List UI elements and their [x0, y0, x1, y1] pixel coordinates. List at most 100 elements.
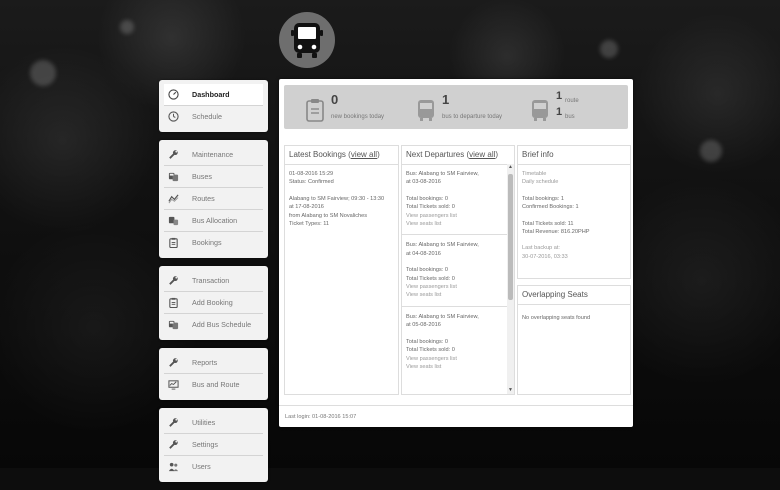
- main-panel: 0 new bookings today 1 bus to departure …: [279, 79, 633, 427]
- booking-line: [289, 187, 394, 195]
- booking-line: at 17-08-2016: [289, 204, 324, 211]
- sidebar-item-maintenance[interactable]: Maintenance: [164, 144, 263, 166]
- sidebar-item-bus-and-route[interactable]: Bus and Route: [164, 374, 263, 395]
- sidebar-item-label: Maintenance: [192, 150, 234, 159]
- bus-icon: [291, 23, 323, 58]
- departure-tickets-sold: Total Tickets sold: 0: [406, 347, 455, 354]
- departure-total-bookings: Total bookings: 0: [406, 195, 448, 202]
- timetable-link[interactable]: Timetable: [522, 170, 626, 178]
- dashboard-icon: [164, 89, 182, 100]
- sidebar-item-label: Bookings: [192, 238, 222, 247]
- sidebar-item-reports[interactable]: Reports: [164, 352, 263, 374]
- latest-bookings-title: Latest Bookings (view all): [285, 146, 398, 165]
- sidebar-item-add-bus-schedule[interactable]: Add Bus Schedule: [164, 314, 263, 335]
- sidebar-item-schedule[interactable]: Schedule: [164, 106, 263, 127]
- sidebar-item-label: Bus Allocation: [192, 216, 238, 225]
- booking-line: Ticket Types: 11: [289, 221, 330, 228]
- scroll-thumb[interactable]: [508, 174, 513, 300]
- new-bookings-label: new bookings today: [331, 114, 385, 120]
- latest-bookings-body: 01-08-2016 15:29 Status: Confirmed Alabang…: [285, 165, 398, 233]
- last-backup-label: Last backup at:: [522, 245, 560, 252]
- daily-schedule-link[interactable]: Daily schedule: [522, 178, 626, 186]
- sidebar-item-label: Add Booking: [192, 298, 233, 307]
- departure-bus: Bus: Alabang to SM Fairview,: [406, 242, 479, 249]
- view-seats-link[interactable]: View seats list: [406, 291, 504, 299]
- bus-count: 1: [556, 106, 563, 118]
- sidebar-item-bus-allocation[interactable]: Bus Allocation: [164, 210, 263, 232]
- sidebar-item-label: Users: [192, 462, 211, 471]
- users-icon: [164, 461, 182, 472]
- view-seats-link[interactable]: View seats list: [406, 220, 504, 228]
- departures-scrollbar[interactable]: ▲ ▼: [507, 164, 514, 394]
- sidebar-item-buses[interactable]: Buses: [164, 166, 263, 188]
- view-passengers-link[interactable]: View passengers list: [406, 212, 504, 220]
- booking-line: 01-08-2016 15:29: [289, 171, 334, 177]
- bokeh-light: [120, 20, 134, 34]
- wrench-icon: [164, 417, 182, 428]
- buses-icon: [164, 319, 182, 330]
- brief-info-card: Brief info Timetable Daily schedule Tota…: [517, 145, 631, 279]
- sidebar-item-label: Bus and Route: [192, 380, 240, 389]
- tickets-sold-text: Total Tickets sold: 11: [522, 220, 574, 227]
- bus-label: bus: [565, 114, 575, 120]
- overlapping-seats-card: Overlapping Seats No overlapping seats f…: [517, 285, 631, 395]
- booking-line: Status: Confirmed: [289, 179, 334, 186]
- next-departures-heading: Next Departures: [406, 150, 465, 159]
- latest-bookings-view-all-link[interactable]: view all: [351, 150, 377, 159]
- sidebar-group: Maintenance Buses Routes Bus Allocation Book…: [159, 140, 268, 258]
- latest-bookings-card: Latest Bookings (view all) 01-08-2016 15…: [284, 145, 399, 395]
- bokeh-light: [600, 40, 618, 58]
- stats-bar: 0 new bookings today 1 bus to departure …: [284, 85, 628, 129]
- sidebar-item-label: Dashboard: [192, 90, 230, 99]
- route-label: route: [565, 98, 579, 104]
- sidebar-item-routes[interactable]: Routes: [164, 188, 263, 210]
- departure-tickets-sold: Total Tickets sold: 0: [406, 275, 455, 282]
- sidebar-item-users[interactable]: Users: [164, 456, 263, 477]
- overlapping-seats-title: Overlapping Seats: [518, 286, 630, 305]
- booking-line: Alabang to SM Fairview; 09:30 - 13:30: [289, 195, 385, 202]
- sidebar-item-utilities[interactable]: Utilities: [164, 412, 263, 434]
- last-backup-date: 30-07-2016, 03:33: [522, 253, 568, 260]
- view-passengers-link[interactable]: View passengers list: [406, 283, 504, 291]
- sidebar-item-label: Schedule: [192, 112, 222, 121]
- bokeh-light: [700, 140, 722, 162]
- bus-icon: [418, 100, 434, 121]
- sidebar-item-label: Settings: [192, 440, 218, 449]
- sidebar-item-label: Reports: [192, 358, 218, 367]
- departure-entry: Bus: Alabang to SM Fairview, at 03-08-201…: [406, 170, 504, 228]
- sidebar-item-settings[interactable]: Settings: [164, 434, 263, 456]
- stat-new-bookings: 0 new bookings today: [306, 92, 384, 122]
- sidebar-item-bookings[interactable]: Bookings: [164, 232, 263, 253]
- sidebar-item-add-booking[interactable]: Add Booking: [164, 292, 263, 314]
- booking-line: from Alabang to SM Novaliches: [289, 212, 368, 219]
- clipboard-icon: [164, 237, 182, 248]
- departure-date: at 04-08-2016: [406, 250, 441, 257]
- clipboard-icon: [164, 297, 182, 308]
- sidebar-group: Dashboard Schedule: [159, 80, 268, 132]
- bus-logo: [279, 12, 335, 68]
- brief-info-body: Timetable Daily schedule Total bookings:…: [518, 165, 630, 266]
- view-passengers-link[interactable]: View passengers list: [406, 355, 504, 363]
- brief-info-title: Brief info: [518, 146, 630, 165]
- departure-label: bus to departure today: [442, 114, 503, 120]
- new-bookings-count: 0: [331, 92, 339, 107]
- next-departures-card: Next Departures (view all) Bus: Alabang …: [401, 145, 515, 395]
- sidebar-item-dashboard[interactable]: Dashboard: [164, 84, 263, 106]
- wrench-icon: [164, 275, 182, 286]
- next-departures-view-all-link[interactable]: view all: [469, 150, 495, 159]
- total-revenue-text: Total Revenue: 816.20PHP: [522, 229, 590, 236]
- route-icon: [164, 193, 182, 204]
- sidebar-item-transaction[interactable]: Transaction: [164, 270, 263, 292]
- clock-icon: [164, 111, 182, 122]
- scroll-up-arrow-icon[interactable]: ▲: [507, 164, 514, 171]
- departure-count: 1: [442, 92, 450, 107]
- wrench-icon: [164, 149, 182, 160]
- scroll-down-arrow-icon[interactable]: ▼: [507, 387, 514, 394]
- divider: [402, 305, 508, 307]
- view-seats-link[interactable]: View seats list: [406, 363, 504, 371]
- buses-icon: [164, 171, 182, 182]
- departure-date: at 03-08-2016: [406, 179, 441, 186]
